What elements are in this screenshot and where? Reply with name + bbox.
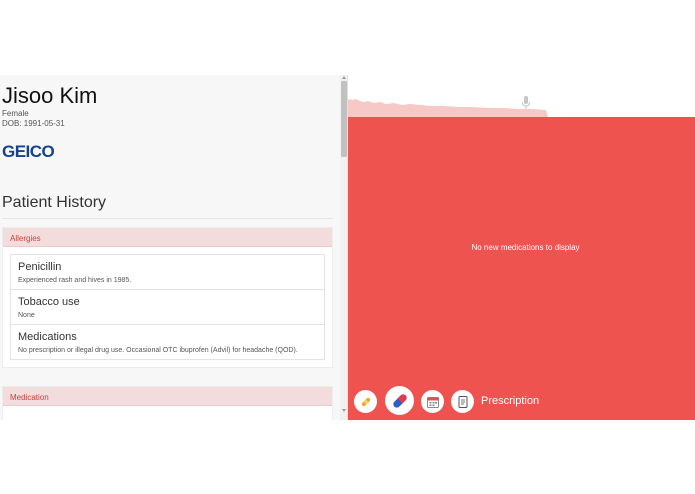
calendar-icon <box>426 396 439 408</box>
scrollbar[interactable] <box>340 75 347 420</box>
patient-dob: DOB: 1991-05-31 <box>2 119 65 128</box>
patient-name: Jisoo Kim <box>2 83 98 108</box>
allergies-header[interactable]: Allergies <box>3 228 332 247</box>
medication-list-area: No new medications to display Prescripti… <box>348 117 695 420</box>
scroll-up-arrow-icon[interactable] <box>342 76 346 79</box>
allergies-section: Allergies Penicillin Experienced rash an… <box>2 227 333 368</box>
medication-panel: No new medications to display Prescripti… <box>348 75 695 420</box>
patient-panel: Jisoo Kim Female DOB: 1991-05-31 GEICO P… <box>0 75 348 420</box>
allergies-list: Penicillin Experienced rash and hives in… <box>3 247 332 367</box>
empty-state-message: No new medications to display <box>471 243 580 252</box>
insurer-logo: GEICO <box>2 142 55 161</box>
medication-section: Medication <box>2 386 333 420</box>
scroll-down-arrow-icon[interactable] <box>342 409 346 412</box>
pill-icon <box>392 393 407 408</box>
audio-waveform <box>348 99 548 117</box>
entry-title: Penicillin <box>18 261 62 273</box>
patient-panel-content[interactable]: Jisoo Kim Female DOB: 1991-05-31 GEICO P… <box>0 75 340 420</box>
notepad-icon <box>458 395 467 408</box>
microphone-icon[interactable] <box>521 96 531 110</box>
entry-description: Experienced rash and hives in 1985. <box>18 277 132 284</box>
list-item: Medications No prescription or illegal d… <box>10 325 325 360</box>
notepad-button[interactable] <box>451 390 474 413</box>
medication-header[interactable]: Medication <box>3 387 332 406</box>
app-window: Jisoo Kim Female DOB: 1991-05-31 GEICO P… <box>0 75 695 420</box>
calendar-button[interactable] <box>421 390 444 413</box>
patient-history-title: Patient History <box>2 194 107 211</box>
entry-title: Tobacco use <box>18 296 80 308</box>
bandage-button[interactable] <box>354 390 377 413</box>
pill-button[interactable] <box>385 386 414 415</box>
active-tool-label: Prescription <box>481 395 540 407</box>
patient-sex: Female <box>2 109 29 118</box>
scrollbar-thumb[interactable] <box>341 81 347 157</box>
entry-title: Medications <box>18 331 77 343</box>
bandage-icon <box>361 397 370 406</box>
list-item: Tobacco use None <box>10 290 325 325</box>
entry-description: No prescription or illegal drug use. Occ… <box>18 347 298 354</box>
list-item: Penicillin Experienced rash and hives in… <box>10 254 325 290</box>
divider <box>2 218 333 219</box>
entry-description: None <box>18 312 35 319</box>
